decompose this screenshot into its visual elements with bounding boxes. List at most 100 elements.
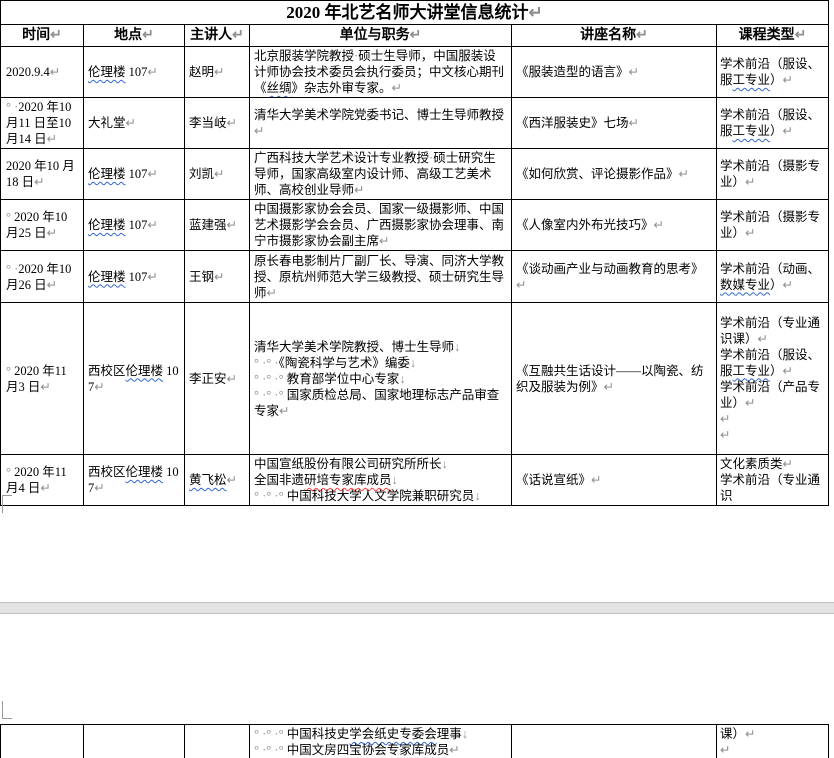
header-speaker[interactable]: 主讲人↵ (185, 25, 250, 47)
cell-type-row-continued[interactable]: 课）↵↵ (717, 725, 829, 758)
text-run: 《谈动画产业与动画教育的思考》 (516, 262, 704, 276)
cell-time-row2[interactable]: ° ·2020 年10 月11 日至10 月14 日↵ (1, 98, 84, 149)
cell-place-row3[interactable]: 伦理楼 107↵ (84, 149, 185, 200)
text-line: 2020 年10 月18 日↵ (6, 158, 79, 190)
cell-affiliation-row5[interactable]: 原长春电影制片厂副厂长、导演、同济大学教授、原杭州师范大学三级教授、硕士研究生导… (250, 251, 512, 303)
formatting-mark: ↵ (636, 28, 648, 43)
cell-time-row-continued[interactable] (1, 725, 84, 758)
cell-place-row2[interactable]: 大礼堂↵ (84, 98, 185, 149)
formatting-mark: ↓ (462, 727, 468, 741)
text-run: 刘凯 (189, 167, 214, 181)
cell-lecture-row7[interactable]: 《话说宣纸》↵ (512, 455, 717, 506)
title-row: 2020 年北艺名师大讲堂信息统计↵ (1, 1, 829, 25)
text-run: 家库成员 (399, 743, 449, 757)
cell-type-row7[interactable]: 文化素质类↵学术前沿（专业通识 (717, 455, 829, 506)
formatting-mark: ↵ (147, 167, 157, 181)
cell-speaker-row4[interactable]: 蓝建强↵ (185, 200, 250, 251)
text-run: 《西洋服装史》七场 (516, 116, 629, 130)
formatting-mark: ↵ (783, 124, 793, 138)
cell-type-row5[interactable]: 学术前沿（动画、数媒专业）↵ (717, 251, 829, 303)
cell-lecture-row1[interactable]: 《服装造型的语言》↵ (512, 47, 717, 98)
formatting-mark: ↵ (604, 380, 614, 394)
formatting-mark: ↵ (783, 73, 793, 87)
document-title[interactable]: 2020 年北艺名师大讲堂信息统计↵ (1, 1, 829, 25)
cell-lecture-row5[interactable]: 《谈动画产业与动画教育的思考》↵ (512, 251, 717, 303)
text-line: 中国宣纸股份有限公司研究所所长↓ (254, 456, 507, 472)
formatting-mark: ↵ (392, 81, 402, 95)
formatting-mark: ° ·° · (254, 356, 279, 370)
formatting-mark: ↵ (629, 65, 639, 79)
text-run: ） (770, 364, 783, 378)
cell-lecture-row6[interactable]: 《互融共生话设计——以陶瓷、纺织及服装为例》↵ (512, 303, 717, 455)
cell-time-row7[interactable]: ° 2020 年11 月4 日↵ (1, 455, 84, 506)
text-line: 伦理楼 107↵ (88, 217, 180, 233)
cell-speaker-row1[interactable]: 赵明↵ (185, 47, 250, 98)
cell-speaker-row5[interactable]: 王钢↵ (185, 251, 250, 303)
text-line: ° 2020 年10 月25 日↵ (6, 209, 79, 241)
cell-type-row1[interactable]: 学术前沿（服设、服工专业）↵ (717, 47, 829, 98)
cell-place-row6[interactable]: 西校区伦理楼 107↵ (84, 303, 185, 455)
cell-affiliation-row7[interactable]: 中国宣纸股份有限公司研究所所长↓全国非遗研培专家库成员↓° ·° ·° 中国科技… (250, 455, 512, 506)
text-run: 》杂志外审专家。 (292, 81, 392, 95)
text-line: 中国摄影家协会会员、国家一级摄影师、中国艺术摄影学会会员、广西摄影家协会理事、南… (254, 201, 507, 249)
formatting-mark: ° ·° ·° (254, 489, 287, 503)
cell-type-row6[interactable]: 学术前沿（专业通识课）↵学术前沿（服设、服工专业）↵学术前沿（产品专业）↵↵↵ (717, 303, 829, 455)
formatting-mark: ↵ (227, 372, 237, 386)
header-affiliation[interactable]: 单位与职务↵ (250, 25, 512, 47)
text-run: 中国宣纸股份有限公司研究所所长 (254, 457, 442, 471)
header-time[interactable]: 时间↵ (1, 25, 84, 47)
cell-type-row3[interactable]: 学术前沿（摄影专业）↵ (717, 149, 829, 200)
text-run: 学术前沿（摄影专业） (720, 159, 820, 189)
cell-place-row5[interactable]: 伦理楼 107↵ (84, 251, 185, 303)
text-run: 地点 (114, 28, 142, 43)
cell-time-row5[interactable]: ° ·2020 年10 月26 日↵ (1, 251, 84, 303)
cell-lecture-row-continued[interactable] (512, 725, 717, 758)
cell-place-row4[interactable]: 伦理楼 107↵ (84, 200, 185, 251)
text-line: 学术前沿（专业通识 (720, 472, 825, 504)
text-run: 蓝建强 (189, 218, 227, 232)
text-run: 2020.9.4 (6, 65, 50, 79)
formatting-mark: ↵ (720, 743, 730, 757)
cell-affiliation-row-continued[interactable]: ° ·° ·° 中国科技史学会纸史专委会理事↓° ·° ·° 中国文房四宝协会专… (250, 725, 512, 758)
cell-affiliation-row6[interactable]: 清华大学美术学院教授、博士生导师↓° ·° ·《陶瓷科学与艺术》编委↓° ·° … (250, 303, 512, 455)
cell-place-row7[interactable]: 西校区伦理楼 107↵ (84, 455, 185, 506)
text-line: 学术前沿（动画、数媒专业）↵ (720, 261, 825, 293)
cell-affiliation-row2[interactable]: 清华大学美术学院党委书记、博士生导师教授↵ (250, 98, 512, 149)
formatting-mark: ↵ (758, 332, 768, 346)
formatting-mark: ↵ (47, 278, 57, 292)
cell-affiliation-row3[interactable]: 广西科技大学艺术设计专业教授·硕士研究生导师，国家高级室内设计师、高级工艺美术师… (250, 149, 512, 200)
header-type[interactable]: 课程类型↵ (717, 25, 829, 47)
cell-lecture-row2[interactable]: 《西洋服装史》七场↵ (512, 98, 717, 149)
cell-time-row4[interactable]: ° 2020 年10 月25 日↵ (1, 200, 84, 251)
text-line: 蓝建强↵ (189, 217, 245, 233)
text-run: 李当岐 (189, 116, 227, 130)
cell-type-row2[interactable]: 学术前沿（服设、服工专业）↵ (717, 98, 829, 149)
formatting-mark: ↓ (474, 489, 480, 503)
cell-speaker-row6[interactable]: 李正安↵ (185, 303, 250, 455)
text-run: 107 (126, 218, 148, 232)
text-run: 学术前沿（专业通识 (720, 473, 820, 503)
cell-speaker-row7[interactable]: 黄飞松↵ (185, 455, 250, 506)
cell-affiliation-row4[interactable]: 中国摄影家协会会员、国家一级摄影师、中国艺术摄影学会会员、广西摄影家协会理事、南… (250, 200, 512, 251)
formatting-mark: ° (6, 210, 14, 224)
text-line: 学术前沿（摄影专业）↵ (720, 209, 825, 241)
cell-speaker-row3[interactable]: 刘凯↵ (185, 149, 250, 200)
word-document-view: 2020 年北艺名师大讲堂信息统计↵时间↵地点↵主讲人↵单位与职务↵讲座名称↵课… (0, 0, 834, 758)
cell-lecture-row3[interactable]: 《如何欣赏、评论摄影作品》↵ (512, 149, 717, 200)
formatting-mark: ↵ (34, 175, 44, 189)
header-lecture[interactable]: 讲座名称↵ (512, 25, 717, 47)
cell-affiliation-row1[interactable]: 北京服装学院教授·硕士生导师，中国服装设计师协会技术委员会执行委员；中文核心期刊… (250, 47, 512, 98)
text-run: 数媒专业 (720, 278, 770, 292)
cell-type-row4[interactable]: 学术前沿（摄影专业）↵ (717, 200, 829, 251)
header-place[interactable]: 地点↵ (84, 25, 185, 47)
cell-place-row-continued[interactable] (84, 725, 185, 758)
cell-speaker-row2[interactable]: 李当岐↵ (185, 98, 250, 149)
cell-speaker-row-continued[interactable] (185, 725, 250, 758)
cell-time-row1[interactable]: 2020.9.4↵ (1, 47, 84, 98)
formatting-mark: ↓ (410, 356, 416, 370)
cell-time-row6[interactable]: ° 2020 年11 月3 日↵ (1, 303, 84, 455)
cell-time-row3[interactable]: 2020 年10 月18 日↵ (1, 149, 84, 200)
formatting-mark: ↓ (442, 457, 448, 471)
cell-lecture-row4[interactable]: 《人像室内外布光技巧》↵ (512, 200, 717, 251)
cell-place-row1[interactable]: 伦理楼 107↵ (84, 47, 185, 98)
